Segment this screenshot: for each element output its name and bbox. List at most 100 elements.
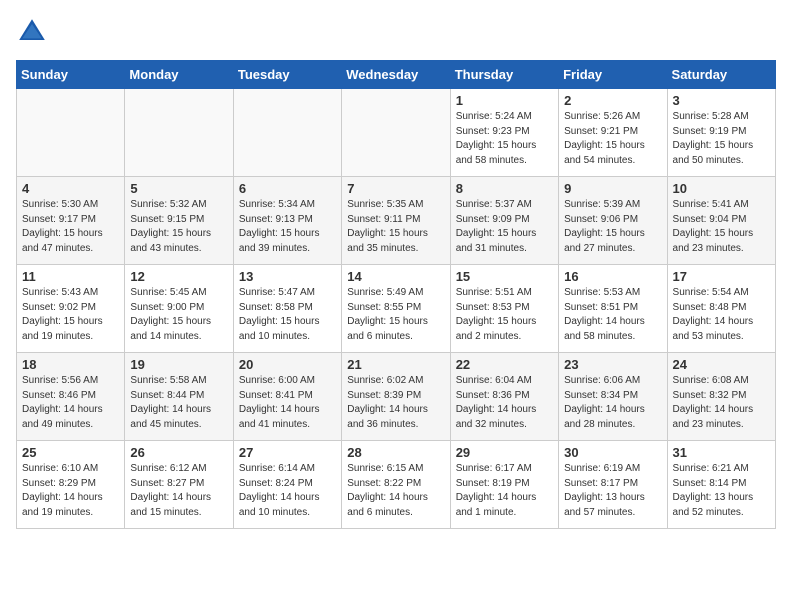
calendar-week-row: 18 Sunrise: 5:56 AM Sunset: 8:46 PM Dayli… xyxy=(17,353,776,441)
day-number: 2 xyxy=(564,93,661,108)
calendar-cell: 10Sunrise: 5:41 AM Sunset: 9:04 PM Dayli… xyxy=(667,177,775,265)
calendar-cell: 9Sunrise: 5:39 AM Sunset: 9:06 PM Daylig… xyxy=(559,177,667,265)
day-info: Sunrise: 6:08 AM Sunset: 8:32 PM Dayligh… xyxy=(673,374,770,432)
day-info: Sunrise: 6:06 AM Sunset: 8:34 PM Dayligh… xyxy=(564,374,661,432)
day-info: Sunrise: 5:24 AM Sunset: 9:23 PM Dayligh… xyxy=(456,110,553,168)
calendar-cell: 29 Sunrise: 6:17 AM Sunset: 8:19 PM Dayli… xyxy=(450,441,558,529)
day-info: Sunrise: 5:58 AM Sunset: 8:44 PM Dayligh… xyxy=(130,374,227,432)
day-info: Sunrise: 5:30 AM Sunset: 9:17 PM Dayligh… xyxy=(22,198,119,256)
calendar-cell: 23 Sunrise: 6:06 AM Sunset: 8:34 PM Dayli… xyxy=(559,353,667,441)
calendar-cell xyxy=(233,89,341,177)
day-number: 14 xyxy=(347,269,444,284)
day-number: 29 xyxy=(456,445,553,460)
calendar-cell: 24 Sunrise: 6:08 AM Sunset: 8:32 PM Dayli… xyxy=(667,353,775,441)
day-number: 12 xyxy=(130,269,227,284)
day-info: Sunrise: 6:10 AM Sunset: 8:29 PM Dayligh… xyxy=(22,462,119,520)
calendar-cell: 6Sunrise: 5:34 AM Sunset: 9:13 PM Daylig… xyxy=(233,177,341,265)
day-info: Sunrise: 5:54 AM Sunset: 8:48 PM Dayligh… xyxy=(673,286,770,344)
calendar-cell: 16 Sunrise: 5:53 AM Sunset: 8:51 PM Dayli… xyxy=(559,265,667,353)
weekday-header: Wednesday xyxy=(342,61,450,89)
calendar-week-row: 11 Sunrise: 5:43 AM Sunset: 9:02 PM Dayli… xyxy=(17,265,776,353)
calendar-cell: 8 Sunrise: 5:37 AM Sunset: 9:09 PM Daylig… xyxy=(450,177,558,265)
calendar-week-row: 1 Sunrise: 5:24 AM Sunset: 9:23 PM Daylig… xyxy=(17,89,776,177)
day-info: Sunrise: 5:34 AM Sunset: 9:13 PM Dayligh… xyxy=(239,198,336,256)
weekday-header: Tuesday xyxy=(233,61,341,89)
day-info: Sunrise: 5:49 AM Sunset: 8:55 PM Dayligh… xyxy=(347,286,444,344)
day-info: Sunrise: 5:45 AM Sunset: 9:00 PM Dayligh… xyxy=(130,286,227,344)
weekday-header: Friday xyxy=(559,61,667,89)
day-number: 11 xyxy=(22,269,119,284)
calendar-cell: 28 Sunrise: 6:15 AM Sunset: 8:22 PM Dayli… xyxy=(342,441,450,529)
calendar-cell: 30 Sunrise: 6:19 AM Sunset: 8:17 PM Dayli… xyxy=(559,441,667,529)
calendar-cell: 31 Sunrise: 6:21 AM Sunset: 8:14 PM Dayli… xyxy=(667,441,775,529)
day-number: 28 xyxy=(347,445,444,460)
day-info: Sunrise: 5:32 AM Sunset: 9:15 PM Dayligh… xyxy=(130,198,227,256)
day-info: Sunrise: 5:39 AM Sunset: 9:06 PM Dayligh… xyxy=(564,198,661,256)
calendar-cell: 4 Sunrise: 5:30 AM Sunset: 9:17 PM Daylig… xyxy=(17,177,125,265)
weekday-header: Monday xyxy=(125,61,233,89)
day-number: 16 xyxy=(564,269,661,284)
day-number: 20 xyxy=(239,357,336,372)
day-info: Sunrise: 6:15 AM Sunset: 8:22 PM Dayligh… xyxy=(347,462,444,520)
day-number: 1 xyxy=(456,93,553,108)
day-info: Sunrise: 6:04 AM Sunset: 8:36 PM Dayligh… xyxy=(456,374,553,432)
calendar-cell: 22Sunrise: 6:04 AM Sunset: 8:36 PM Dayli… xyxy=(450,353,558,441)
calendar-cell xyxy=(342,89,450,177)
day-number: 30 xyxy=(564,445,661,460)
calendar-cell: 7 Sunrise: 5:35 AM Sunset: 9:11 PM Daylig… xyxy=(342,177,450,265)
day-info: Sunrise: 5:28 AM Sunset: 9:19 PM Dayligh… xyxy=(673,110,770,168)
day-number: 27 xyxy=(239,445,336,460)
calendar-week-row: 4 Sunrise: 5:30 AM Sunset: 9:17 PM Daylig… xyxy=(17,177,776,265)
calendar-cell: 14 Sunrise: 5:49 AM Sunset: 8:55 PM Dayli… xyxy=(342,265,450,353)
calendar-table: SundayMondayTuesdayWednesdayThursdayFrid… xyxy=(16,60,776,529)
day-number: 18 xyxy=(22,357,119,372)
day-number: 10 xyxy=(673,181,770,196)
page-header xyxy=(16,16,776,48)
day-info: Sunrise: 5:56 AM Sunset: 8:46 PM Dayligh… xyxy=(22,374,119,432)
day-number: 15 xyxy=(456,269,553,284)
calendar-cell: 18 Sunrise: 5:56 AM Sunset: 8:46 PM Dayli… xyxy=(17,353,125,441)
calendar-cell xyxy=(17,89,125,177)
logo-icon xyxy=(16,16,48,48)
calendar-cell: 20Sunrise: 6:00 AM Sunset: 8:41 PM Dayli… xyxy=(233,353,341,441)
calendar-cell: 3 Sunrise: 5:28 AM Sunset: 9:19 PM Daylig… xyxy=(667,89,775,177)
day-info: Sunrise: 6:14 AM Sunset: 8:24 PM Dayligh… xyxy=(239,462,336,520)
header-row: SundayMondayTuesdayWednesdayThursdayFrid… xyxy=(17,61,776,89)
calendar-cell: 11 Sunrise: 5:43 AM Sunset: 9:02 PM Dayli… xyxy=(17,265,125,353)
day-info: Sunrise: 5:35 AM Sunset: 9:11 PM Dayligh… xyxy=(347,198,444,256)
weekday-header: Sunday xyxy=(17,61,125,89)
calendar-cell: 1 Sunrise: 5:24 AM Sunset: 9:23 PM Daylig… xyxy=(450,89,558,177)
day-info: Sunrise: 6:17 AM Sunset: 8:19 PM Dayligh… xyxy=(456,462,553,520)
calendar-cell: 26Sunrise: 6:12 AM Sunset: 8:27 PM Dayli… xyxy=(125,441,233,529)
calendar-cell: 21 Sunrise: 6:02 AM Sunset: 8:39 PM Dayli… xyxy=(342,353,450,441)
day-number: 24 xyxy=(673,357,770,372)
day-number: 17 xyxy=(673,269,770,284)
day-info: Sunrise: 5:37 AM Sunset: 9:09 PM Dayligh… xyxy=(456,198,553,256)
day-info: Sunrise: 5:53 AM Sunset: 8:51 PM Dayligh… xyxy=(564,286,661,344)
calendar-cell: 2 Sunrise: 5:26 AM Sunset: 9:21 PM Daylig… xyxy=(559,89,667,177)
day-number: 4 xyxy=(22,181,119,196)
weekday-header: Thursday xyxy=(450,61,558,89)
day-info: Sunrise: 5:26 AM Sunset: 9:21 PM Dayligh… xyxy=(564,110,661,168)
day-info: Sunrise: 5:51 AM Sunset: 8:53 PM Dayligh… xyxy=(456,286,553,344)
weekday-header: Saturday xyxy=(667,61,775,89)
calendar-cell: 12 Sunrise: 5:45 AM Sunset: 9:00 PM Dayli… xyxy=(125,265,233,353)
day-info: Sunrise: 6:19 AM Sunset: 8:17 PM Dayligh… xyxy=(564,462,661,520)
calendar-cell: 25 Sunrise: 6:10 AM Sunset: 8:29 PM Dayli… xyxy=(17,441,125,529)
day-number: 7 xyxy=(347,181,444,196)
day-number: 31 xyxy=(673,445,770,460)
day-number: 23 xyxy=(564,357,661,372)
day-number: 21 xyxy=(347,357,444,372)
calendar-cell xyxy=(125,89,233,177)
day-number: 3 xyxy=(673,93,770,108)
day-number: 8 xyxy=(456,181,553,196)
day-info: Sunrise: 6:21 AM Sunset: 8:14 PM Dayligh… xyxy=(673,462,770,520)
calendar-cell: 13Sunrise: 5:47 AM Sunset: 8:58 PM Dayli… xyxy=(233,265,341,353)
day-number: 5 xyxy=(130,181,227,196)
day-number: 25 xyxy=(22,445,119,460)
calendar-cell: 5 Sunrise: 5:32 AM Sunset: 9:15 PM Daylig… xyxy=(125,177,233,265)
day-info: Sunrise: 5:47 AM Sunset: 8:58 PM Dayligh… xyxy=(239,286,336,344)
day-info: Sunrise: 6:02 AM Sunset: 8:39 PM Dayligh… xyxy=(347,374,444,432)
calendar-cell: 19Sunrise: 5:58 AM Sunset: 8:44 PM Dayli… xyxy=(125,353,233,441)
day-info: Sunrise: 5:43 AM Sunset: 9:02 PM Dayligh… xyxy=(22,286,119,344)
